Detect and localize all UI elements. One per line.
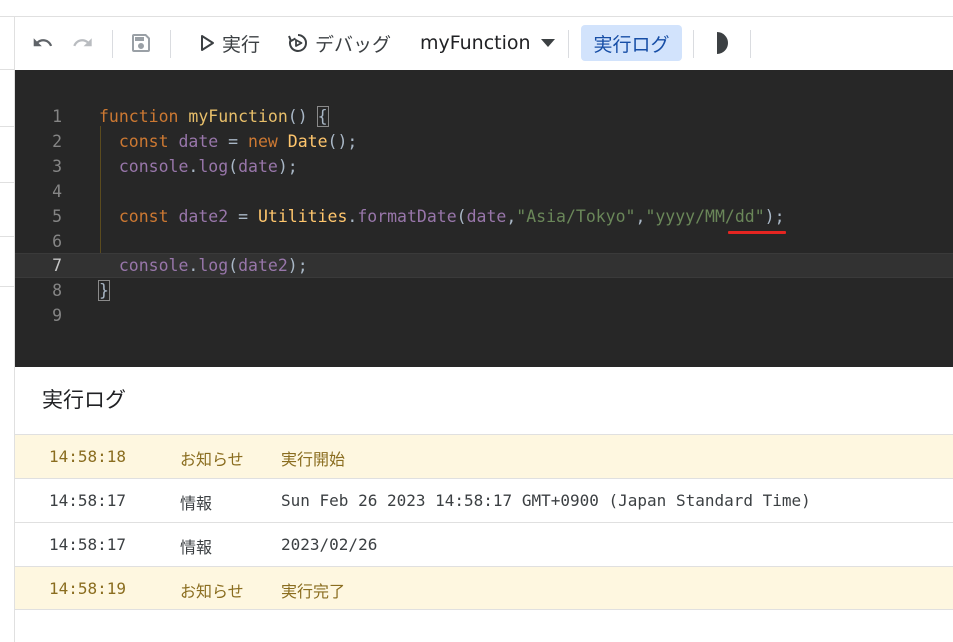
- run-label: 実行: [222, 33, 261, 56]
- log-entry: 14:58:19 お知らせ 実行完了: [15, 566, 953, 610]
- dropdown-icon: [540, 39, 555, 47]
- code-line: 8 }: [52, 280, 110, 301]
- redo-icon: [73, 38, 92, 47]
- execution-log-button[interactable]: 実行ログ: [581, 25, 682, 61]
- code-line: 2 const date = new Date();: [52, 132, 358, 151]
- debug-label: デバッグ: [315, 33, 392, 56]
- undo-icon: [33, 38, 53, 47]
- function-select-value: myFunction: [420, 32, 531, 54]
- code-line: 3 console.log(date);: [52, 157, 298, 176]
- left-sidebar-edge: [0, 17, 15, 642]
- log-entry: 14:58:17 情報 Sun Feb 26 2023 14:58:17 GMT…: [15, 478, 953, 522]
- log-entry: 14:58:17 情報 2023/02/26: [15, 522, 953, 566]
- code-line: 9: [52, 306, 62, 325]
- play-icon: [201, 35, 214, 51]
- code-line: 5 const date2 = Utilities.formatDate(dat…: [52, 207, 785, 226]
- theme-toggle-button[interactable]: [711, 17, 733, 69]
- save-button[interactable]: [129, 17, 153, 69]
- theme-toggle-icon: [716, 32, 728, 54]
- log-panel-title: 実行ログ: [42, 388, 126, 412]
- editor-toolbar: 実行 デバッグ myFunction 実行ログ: [15, 17, 953, 69]
- code-line: 4: [52, 182, 62, 201]
- top-strip: [0, 0, 953, 17]
- redo-button[interactable]: [71, 17, 95, 69]
- code-line: 1 function myFunction() {: [52, 106, 329, 127]
- log-divider: [15, 609, 953, 610]
- execution-log-label: 実行ログ: [593, 33, 670, 56]
- undo-button[interactable]: [31, 17, 55, 69]
- log-entry: 14:58:18 お知らせ 実行開始: [15, 434, 953, 478]
- save-icon: [132, 34, 150, 52]
- function-select[interactable]: myFunction: [420, 17, 557, 69]
- debug-button[interactable]: デバッグ: [287, 17, 391, 69]
- debug-icon: [288, 34, 307, 52]
- code-line-active: 7 console.log(date2);: [15, 253, 953, 278]
- code-editor[interactable]: 1 function myFunction() { 2 const date =…: [15, 70, 953, 367]
- run-button[interactable]: 実行: [198, 17, 260, 69]
- annotation-underline: [728, 231, 786, 234]
- code-line: 6: [52, 232, 62, 251]
